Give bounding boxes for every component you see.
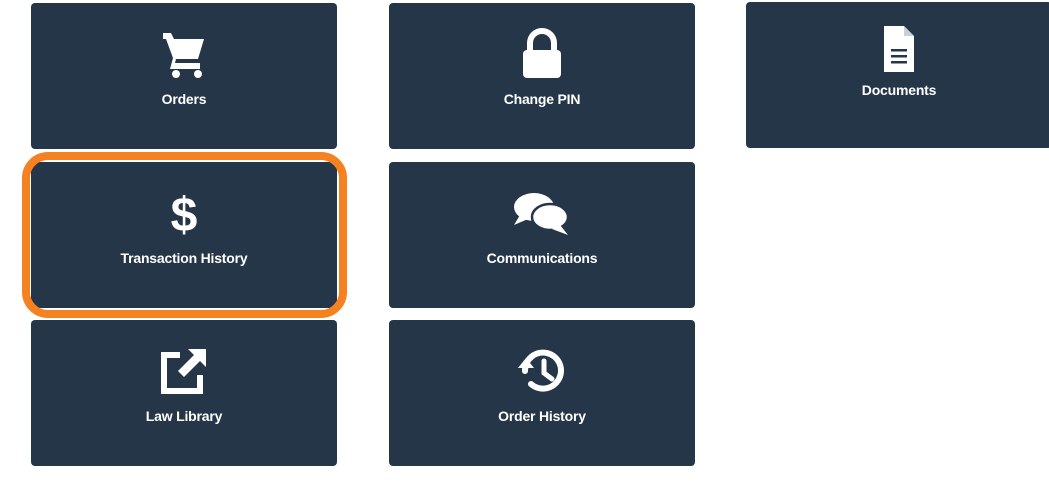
comments-icon [512,186,572,240]
svg-text:$: $ [171,189,198,239]
change-pin-label: Change PIN [503,91,581,107]
orders-tile[interactable]: Orders [31,3,337,149]
order-history-tile[interactable]: Order History [389,320,695,466]
document-icon [881,22,917,76]
order-history-label: Order History [498,408,586,424]
communications-label: Communications [486,250,598,266]
documents-tile[interactable]: Documents [746,2,1049,148]
external-link-icon [158,344,210,398]
communications-tile[interactable]: Communications [389,162,695,308]
lock-icon [520,27,564,81]
transaction-history-tile[interactable]: $ Transaction History [31,162,337,308]
law-library-tile[interactable]: Law Library [31,320,337,466]
dollar-icon: $ [167,186,201,240]
change-pin-tile[interactable]: Change PIN [389,3,695,149]
orders-label: Orders [161,91,207,107]
transaction-history-label: Transaction History [120,250,248,266]
history-icon [517,344,567,398]
cart-icon [161,27,207,81]
law-library-label: Law Library [145,408,223,424]
documents-label: Documents [861,82,937,98]
